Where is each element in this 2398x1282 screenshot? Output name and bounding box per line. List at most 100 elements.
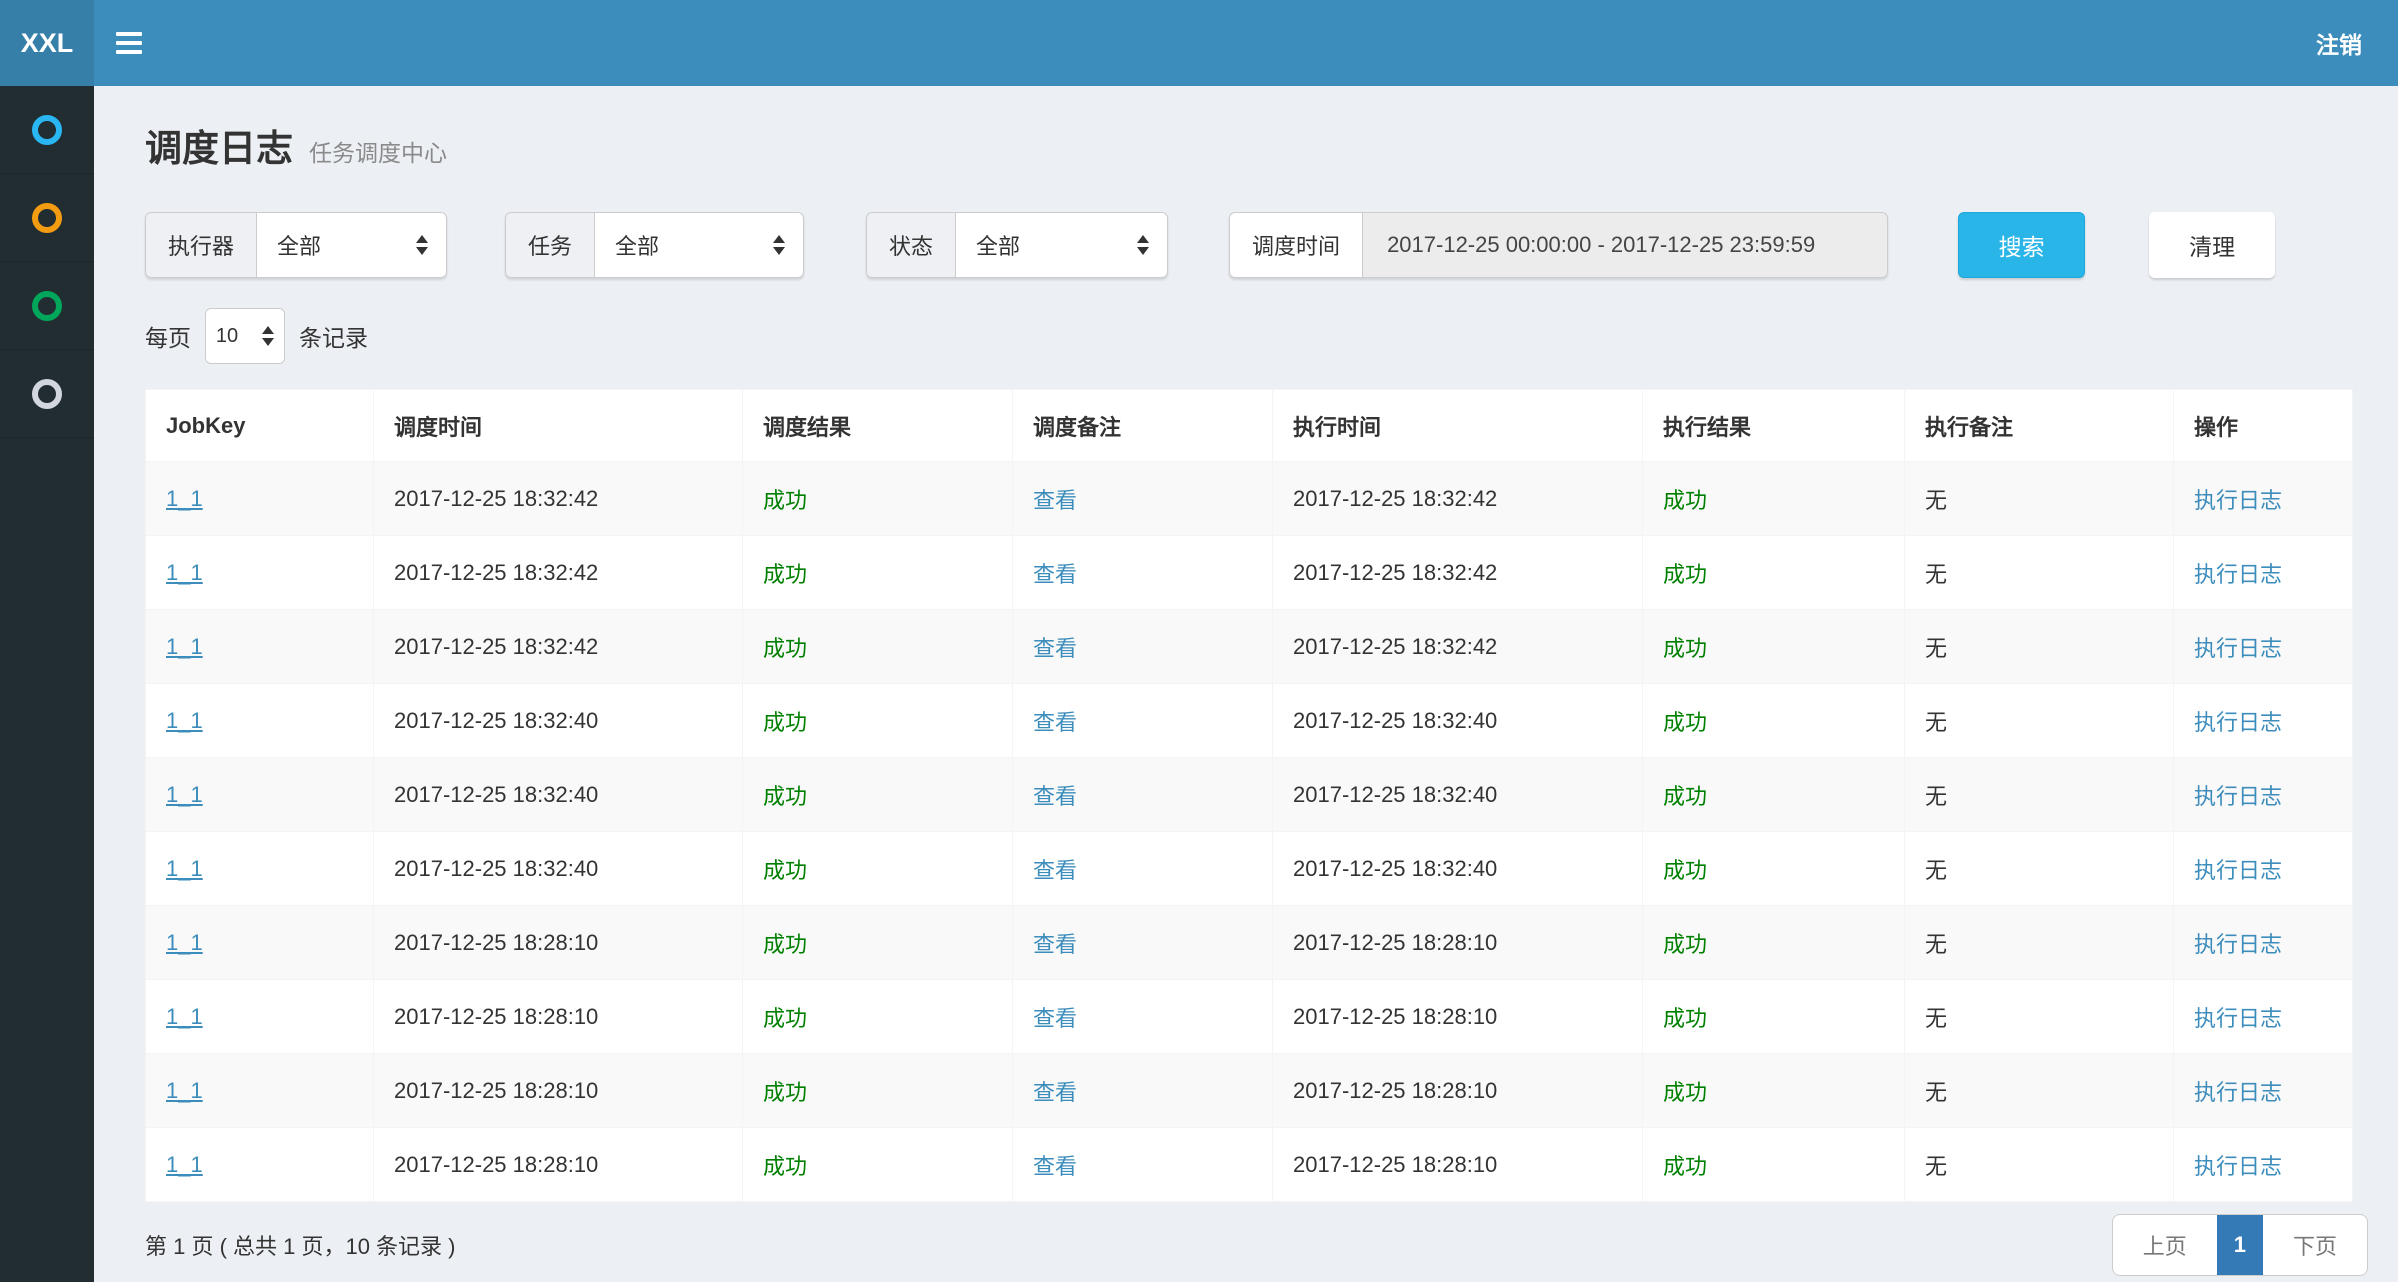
trigger-time-cell: 2017-12-25 18:32:42	[394, 486, 598, 511]
jobkey-link[interactable]: 1_1	[166, 930, 203, 955]
handle-time-cell: 2017-12-25 18:32:42	[1293, 560, 1497, 585]
trigger-msg-link[interactable]: 查看	[1033, 1006, 1077, 1031]
exec-log-link[interactable]: 执行日志	[2194, 932, 2282, 957]
status-filter-select[interactable]: 全部	[955, 212, 1168, 278]
handle-msg-cell: 无	[1925, 562, 1947, 587]
table-row: 1_12017-12-25 18:28:10成功查看2017-12-25 18:…	[146, 980, 2353, 1054]
exec-log-link[interactable]: 执行日志	[2194, 1080, 2282, 1105]
table-footer: 第 1 页 ( 总共 1 页，10 条记录 ) 上页 1 下页	[145, 1214, 2368, 1276]
trigger-time-cell: 2017-12-25 18:32:42	[394, 634, 598, 659]
trigger-time-cell: 2017-12-25 18:32:40	[394, 856, 598, 881]
sidebar-item-4[interactable]	[0, 350, 94, 438]
handle-result-cell: 成功	[1663, 636, 1707, 661]
pagesize-value: 10	[216, 325, 238, 348]
pagesize-prefix-label: 每页	[145, 319, 191, 353]
circle-o-icon	[32, 379, 62, 409]
trigger-result-cell: 成功	[763, 710, 807, 735]
trigger-msg-link[interactable]: 查看	[1033, 858, 1077, 883]
table-row: 1_12017-12-25 18:28:10成功查看2017-12-25 18:…	[146, 1054, 2353, 1128]
circle-o-icon	[32, 291, 62, 321]
trigger-result-cell: 成功	[763, 932, 807, 957]
handle-msg-cell: 无	[1925, 636, 1947, 661]
table-row: 1_1 2017-12-25 18:32:42 成功 查看 2017-12-25 18:…	[146, 610, 2353, 684]
exec-log-link[interactable]: 执行日志	[2194, 710, 2282, 735]
column-header: 执行结果	[1643, 390, 1905, 462]
table-row: 1_1 2017-12-25 18:32:42 成功 查看 2017-12-25 18:…	[146, 462, 2353, 536]
column-header: 执行备注	[1905, 390, 2174, 462]
sidebar-item-1[interactable]	[0, 86, 94, 174]
jobkey-link[interactable]: 1_1	[166, 1004, 203, 1029]
jobkey-link[interactable]: 1_1	[166, 1078, 203, 1103]
select-arrows-icon	[773, 235, 785, 255]
prev-page-button[interactable]: 上页	[2113, 1215, 2217, 1275]
jobkey-link[interactable]: 1_1	[166, 634, 203, 659]
handle-time-cell: 2017-12-25 18:28:10	[1293, 930, 1497, 955]
sidebar-item-2[interactable]	[0, 174, 94, 262]
status-filter-value: 全部	[976, 229, 1020, 261]
table-header-row: JobKey调度时间调度结果调度备注执行时间执行结果执行备注操作	[146, 390, 2353, 462]
jobkey-link[interactable]: 1_1	[166, 708, 203, 733]
trigger-time-cell: 2017-12-25 18:32:40	[394, 708, 598, 733]
exec-log-link[interactable]: 执行日志	[2194, 858, 2282, 883]
handle-time-cell: 2017-12-25 18:28:10	[1293, 1152, 1497, 1177]
handle-result-cell: 成功	[1663, 1006, 1707, 1031]
handle-result-cell: 成功	[1663, 858, 1707, 883]
handle-time-cell: 2017-12-25 18:32:40	[1293, 708, 1497, 733]
executor-filter-select[interactable]: 全部	[256, 212, 447, 278]
jobkey-link[interactable]: 1_1	[166, 560, 203, 585]
trigger-time-cell: 2017-12-25 18:28:10	[394, 1078, 598, 1103]
sidebar-toggle-button[interactable]	[94, 0, 164, 86]
trigger-result-cell: 成功	[763, 488, 807, 513]
search-button[interactable]: 搜索	[1958, 212, 2085, 278]
log-table-body: 1_12017-12-25 18:32:42成功查看2017-12-25 18:…	[146, 462, 2353, 1202]
table-row: 1_12017-12-25 18:32:42成功查看2017-12-25 18:…	[146, 536, 2353, 610]
trigger-time-filter: 调度时间 2017-12-25 00:00:00 - 2017-12-25 23…	[1229, 212, 1888, 278]
next-page-button[interactable]: 下页	[2263, 1215, 2367, 1275]
exec-log-link[interactable]: 执行日志	[2194, 488, 2282, 513]
executor-filter-label: 执行器	[145, 212, 256, 278]
handle-result-cell: 成功	[1663, 710, 1707, 735]
app-logo[interactable]: XXL	[0, 0, 94, 86]
exec-log-link[interactable]: 执行日志	[2194, 562, 2282, 587]
logout-link[interactable]: 注销	[2280, 0, 2398, 86]
trigger-msg-link[interactable]: 查看	[1033, 1154, 1077, 1179]
table-row: 1_12017-12-25 18:28:10成功查看2017-12-25 18:…	[146, 906, 2353, 980]
trigger-result-cell: 成功	[763, 562, 807, 587]
sidebar	[0, 86, 94, 1282]
trigger-msg-link[interactable]: 查看	[1033, 488, 1077, 513]
trigger-msg-link[interactable]: 查看	[1033, 562, 1077, 587]
trigger-msg-link[interactable]: 查看	[1033, 1080, 1077, 1105]
handle-time-cell: 2017-12-25 18:32:42	[1293, 486, 1497, 511]
trigger-time-range-input[interactable]: 2017-12-25 00:00:00 - 2017-12-25 23:59:5…	[1362, 212, 1888, 278]
job-filter-value: 全部	[615, 229, 659, 261]
pagination-summary: 第 1 页 ( 总共 1 页，10 条记录 )	[145, 1229, 456, 1261]
sidebar-item-3[interactable]	[0, 262, 94, 350]
exec-log-link[interactable]: 执行日志	[2194, 636, 2282, 661]
trigger-msg-link[interactable]: 查看	[1033, 932, 1077, 957]
handle-time-cell: 2017-12-25 18:32:42	[1293, 634, 1497, 659]
pagesize-select[interactable]: 10	[205, 308, 285, 364]
table-row: 1_12017-12-25 18:32:40成功查看2017-12-25 18:…	[146, 832, 2353, 906]
trigger-msg-link[interactable]: 查看	[1033, 784, 1077, 809]
job-filter: 任务 全部	[505, 212, 804, 278]
trigger-msg-link[interactable]: 查看	[1033, 710, 1077, 735]
filter-bar: 执行器 全部 任务 全部 状态 全部 调度时间 2017-12-25 00:00…	[145, 212, 2351, 278]
job-filter-select[interactable]: 全部	[594, 212, 804, 278]
current-page-button[interactable]: 1	[2217, 1215, 2263, 1275]
exec-log-link[interactable]: 执行日志	[2194, 784, 2282, 809]
trigger-result-cell: 成功	[763, 784, 807, 809]
trigger-time-cell: 2017-12-25 18:28:10	[394, 1152, 598, 1177]
executor-filter-value: 全部	[277, 229, 321, 261]
jobkey-link[interactable]: 1_1	[166, 486, 203, 511]
exec-log-link[interactable]: 执行日志	[2194, 1154, 2282, 1179]
pagination: 上页 1 下页	[2112, 1214, 2368, 1276]
trigger-time-cell: 2017-12-25 18:32:40	[394, 782, 598, 807]
clear-log-button[interactable]: 清理	[2149, 212, 2275, 278]
jobkey-link[interactable]: 1_1	[166, 1152, 203, 1177]
select-arrows-icon	[262, 326, 274, 346]
exec-log-link[interactable]: 执行日志	[2194, 1006, 2282, 1031]
jobkey-link[interactable]: 1_1	[166, 856, 203, 881]
trigger-msg-link[interactable]: 查看	[1033, 636, 1077, 661]
handle-msg-cell: 无	[1925, 784, 1947, 809]
jobkey-link[interactable]: 1_1	[166, 782, 203, 807]
